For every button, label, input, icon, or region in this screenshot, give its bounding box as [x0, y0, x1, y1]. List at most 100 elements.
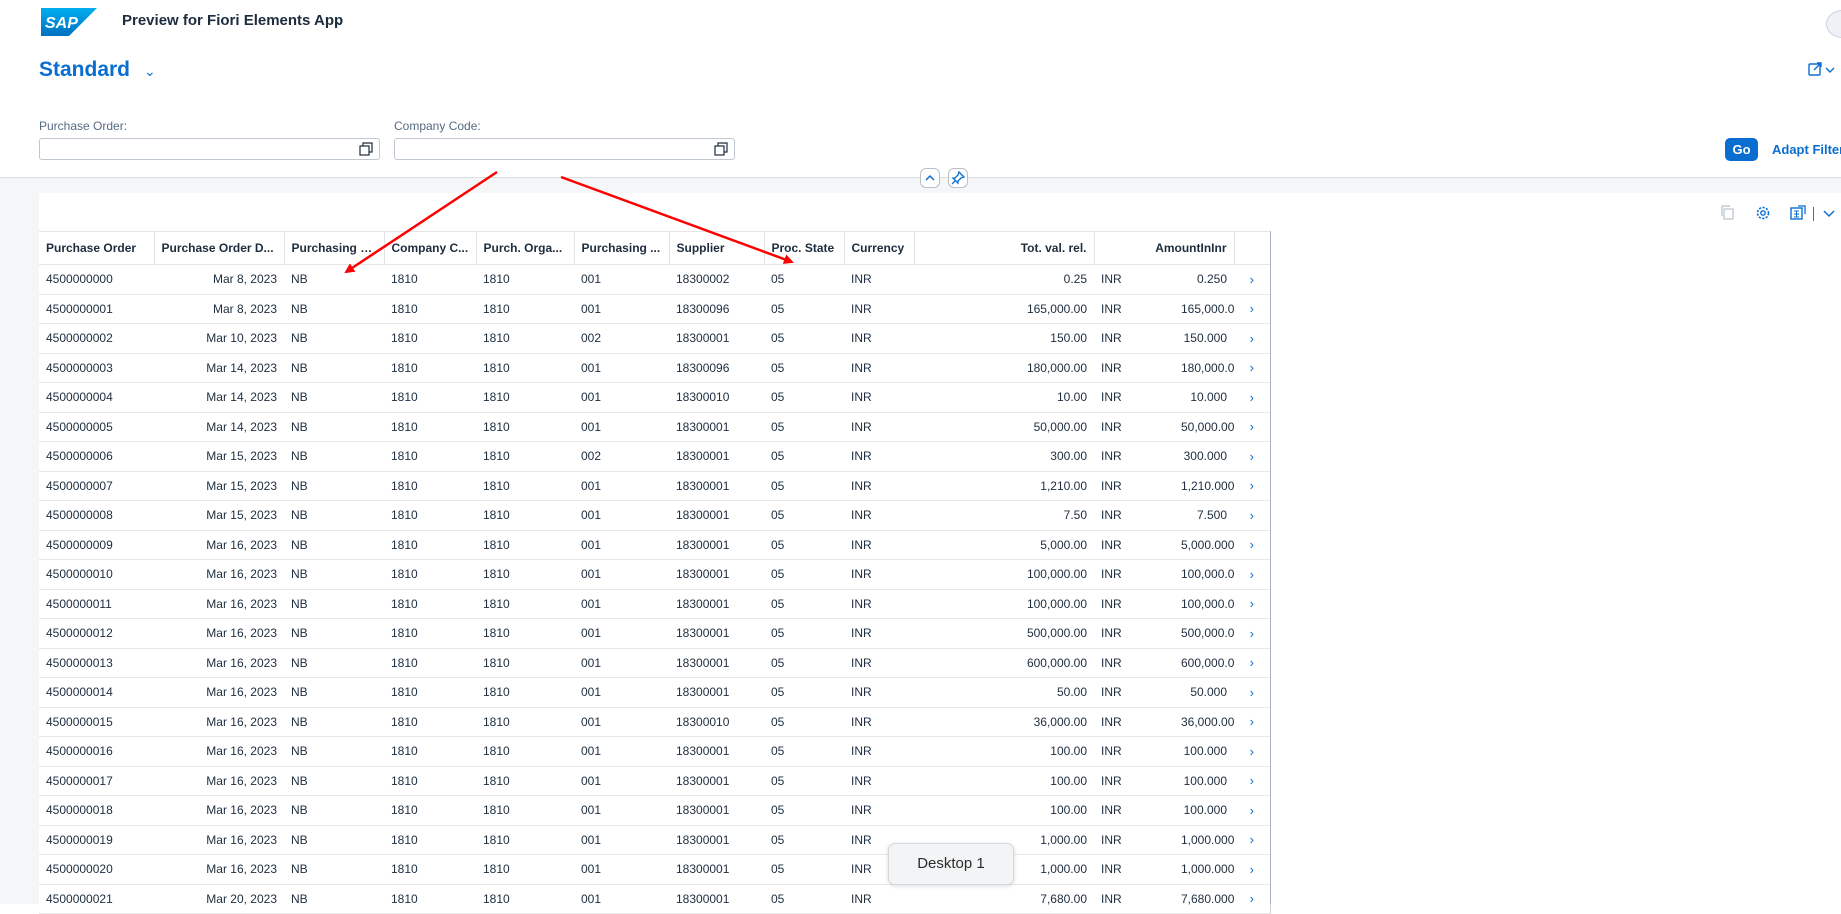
table-cell: INR [844, 323, 914, 354]
copy-icon[interactable] [1719, 204, 1737, 222]
row-navigation-icon[interactable]: › [1234, 530, 1271, 560]
row-navigation-icon[interactable]: › [1234, 471, 1271, 501]
table-row[interactable]: 4500000009 Mar 16, 2023 NB 1810 1810 001 18300… [39, 530, 1271, 560]
table-row[interactable]: 4500000019 Mar 16, 2023 NB 1810 1810 001 18300… [39, 825, 1271, 855]
company-code-input[interactable] [394, 138, 735, 160]
table-cell: NB [284, 294, 384, 324]
value-help-icon[interactable] [359, 142, 373, 156]
row-navigation-icon[interactable]: › [1234, 825, 1271, 855]
table-row[interactable]: 4500000018 Mar 16, 2023 NB 1810 1810 001 18300… [39, 795, 1271, 826]
table-row[interactable]: 4500000004 Mar 14, 2023 NB 1810 1810 001 18300… [39, 382, 1271, 413]
table-cell: INR [1094, 884, 1174, 914]
table-row[interactable]: 4500000002 Mar 10, 2023 NB 1810 1810 002 18300… [39, 323, 1271, 354]
pin-header-button[interactable] [948, 168, 968, 188]
row-navigation-icon[interactable]: › [1234, 500, 1271, 531]
chevron-down-icon[interactable]: ⌄ [334, 13, 345, 29]
table-cell: 100.000 [1174, 766, 1235, 796]
table-cell: 1810 [384, 412, 476, 442]
table-row[interactable]: 4500000010 Mar 16, 2023 NB 1810 1810 001 18300… [39, 559, 1271, 590]
adapt-filters-button[interactable]: Adapt Filters [1772, 142, 1841, 157]
table-cell: Mar 14, 2023 [154, 382, 284, 413]
row-navigation-icon[interactable]: › [1234, 618, 1271, 649]
row-navigation-icon[interactable]: › [1234, 589, 1271, 619]
row-navigation-icon[interactable]: › [1234, 884, 1271, 914]
settings-gear-icon[interactable] [1754, 204, 1772, 222]
table-row[interactable]: 4500000021 Mar 20, 2023 NB 1810 1810 001 18300… [39, 884, 1271, 914]
row-navigation-icon[interactable]: › [1234, 648, 1271, 678]
column-header[interactable]: Purch. Orga... [476, 231, 575, 265]
table-cell: 1810 [476, 264, 574, 295]
table-row[interactable]: 4500000011 Mar 16, 2023 NB 1810 1810 001 18300… [39, 589, 1271, 619]
row-navigation-icon[interactable]: › [1234, 766, 1271, 796]
table-cell: NB [284, 854, 384, 885]
purchase-order-input[interactable] [39, 138, 380, 160]
table-cell: 1810 [384, 530, 476, 560]
chevron-down-icon[interactable] [1820, 204, 1838, 222]
row-navigation-icon[interactable]: › [1234, 441, 1271, 472]
table-row[interactable]: 4500000005 Mar 14, 2023 NB 1810 1810 001 18300… [39, 412, 1271, 442]
column-header[interactable]: Purchasing ... [574, 231, 670, 265]
export-spreadsheet-icon[interactable] [1789, 204, 1807, 222]
table-cell: NB [284, 500, 384, 531]
table-cell: INR [844, 618, 914, 649]
user-avatar[interactable] [1826, 10, 1841, 38]
table-row[interactable]: 4500000003 Mar 14, 2023 NB 1810 1810 001 18300… [39, 353, 1271, 383]
collapse-header-button[interactable] [920, 168, 940, 188]
row-navigation-icon[interactable]: › [1234, 323, 1271, 354]
table-row[interactable]: 4500000000 Mar 8, 2023 NB 1810 1810 001 183000… [39, 264, 1271, 295]
variant-title[interactable]: Standard [39, 58, 130, 82]
table-row[interactable]: 4500000013 Mar 16, 2023 NB 1810 1810 001 18300… [39, 648, 1271, 678]
table-cell: INR [1094, 589, 1174, 619]
column-header[interactable]: Proc. State [764, 231, 845, 265]
table-row[interactable]: 4500000014 Mar 16, 2023 NB 1810 1810 001 18300… [39, 677, 1271, 708]
column-header[interactable]: Supplier [669, 231, 765, 265]
value-help-icon[interactable] [714, 142, 728, 156]
go-button[interactable]: Go [1725, 138, 1758, 161]
table-row[interactable]: 4500000006 Mar 15, 2023 NB 1810 1810 002 18300… [39, 441, 1271, 472]
table-row[interactable]: 4500000017 Mar 16, 2023 NB 1810 1810 001 18300… [39, 766, 1271, 796]
row-navigation-icon[interactable]: › [1234, 736, 1271, 767]
row-navigation-icon[interactable]: › [1234, 677, 1271, 708]
table-cell: 05 [764, 884, 844, 914]
table-cell: Mar 14, 2023 [154, 412, 284, 442]
app-title[interactable]: Preview for Fiori Elements App [122, 12, 343, 29]
row-navigation-icon[interactable]: › [1234, 559, 1271, 590]
row-navigation-icon[interactable]: › [1234, 854, 1271, 885]
table-cell: Mar 16, 2023 [154, 559, 284, 590]
table-cell: 1810 [384, 825, 476, 855]
table-cell: NB [284, 353, 384, 383]
row-navigation-icon[interactable]: › [1234, 795, 1271, 826]
table-row[interactable]: 4500000012 Mar 16, 2023 NB 1810 1810 001 18300… [39, 618, 1271, 649]
table-cell: 1,000.000 [1174, 854, 1235, 885]
row-navigation-icon[interactable]: › [1234, 294, 1271, 324]
row-navigation-icon[interactable]: › [1234, 382, 1271, 413]
row-navigation-icon[interactable]: › [1234, 353, 1271, 383]
table-row[interactable]: 4500000020 Mar 16, 2023 NB 1810 1810 001 18300… [39, 854, 1271, 885]
table-cell: 4500000004 [39, 382, 154, 413]
sap-logo[interactable]: SAP [41, 8, 97, 36]
row-navigation-icon[interactable]: › [1234, 412, 1271, 442]
table-row[interactable]: 4500000001 Mar 8, 2023 NB 1810 1810 001 183000… [39, 294, 1271, 324]
column-header[interactable]: Purchasing D... [284, 231, 385, 265]
table-cell: 5,000.00 [914, 530, 1094, 560]
table-cell: Mar 16, 2023 [154, 618, 284, 649]
table-row[interactable]: 4500000015 Mar 16, 2023 NB 1810 1810 001 18300… [39, 707, 1271, 737]
table-cell: 100.000 [1174, 795, 1235, 826]
column-header[interactable]: AmountInInr [1094, 231, 1235, 265]
row-navigation-icon[interactable]: › [1234, 707, 1271, 737]
table-cell: 05 [764, 353, 844, 383]
share-button[interactable] [1808, 60, 1841, 82]
table-row[interactable]: 4500000016 Mar 16, 2023 NB 1810 1810 001 18300… [39, 736, 1271, 767]
column-header[interactable]: Purchase Order D... [154, 231, 285, 265]
chevron-down-icon[interactable]: ⌄ [144, 63, 156, 80]
table-cell: 1810 [476, 412, 574, 442]
column-header[interactable]: Tot. val. rel. [914, 231, 1095, 265]
row-navigation-icon[interactable]: › [1234, 264, 1271, 295]
column-header[interactable]: Currency [844, 231, 915, 265]
column-header[interactable]: Company C... [384, 231, 477, 265]
table-cell: 001 [574, 500, 669, 531]
table-cell: NB [284, 559, 384, 590]
table-row[interactable]: 4500000007 Mar 15, 2023 NB 1810 1810 001 18300… [39, 471, 1271, 501]
table-row[interactable]: 4500000008 Mar 15, 2023 NB 1810 1810 001 18300… [39, 500, 1271, 531]
column-header[interactable]: Purchase Order [39, 231, 155, 265]
